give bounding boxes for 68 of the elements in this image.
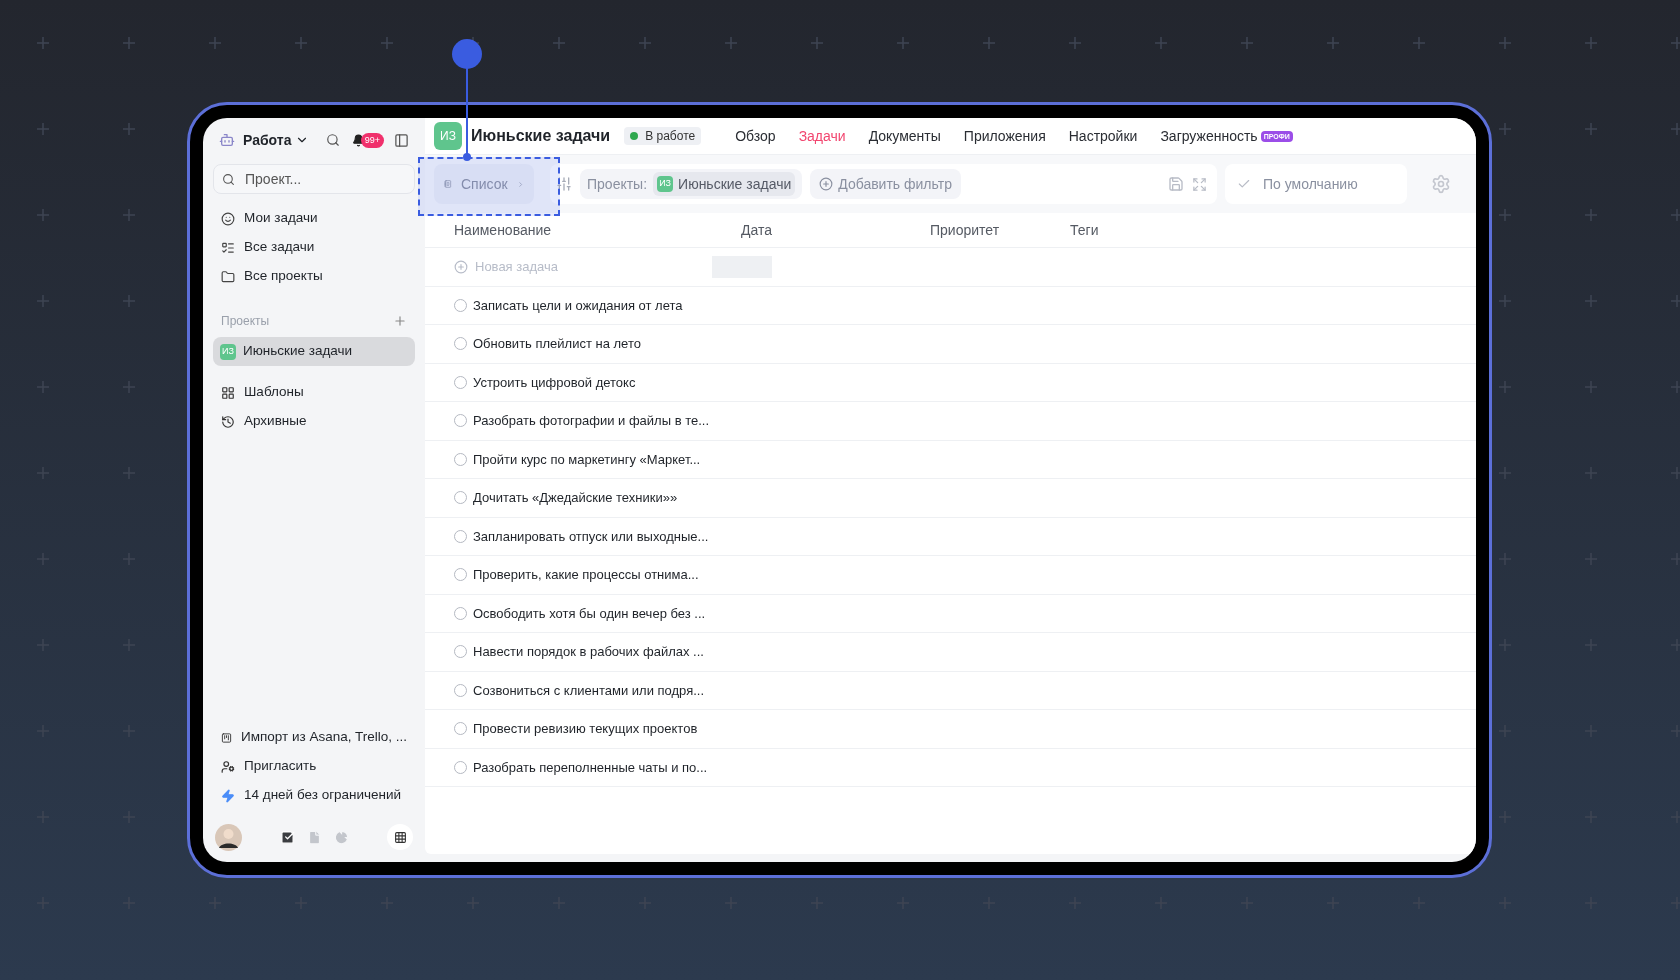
nav-icon xyxy=(221,240,235,255)
workspace-switcher[interactable]: Работа xyxy=(243,129,310,151)
search-icon xyxy=(222,173,235,186)
filter-chip[interactable]: ИЗ Июньские задачи xyxy=(653,172,796,196)
add-project-icon[interactable] xyxy=(393,314,407,328)
link-icon xyxy=(221,788,235,803)
task-name[interactable]: Запланировать отпуск или выходные... xyxy=(473,526,709,546)
nav-tab[interactable]: Загруженность xyxy=(1160,125,1258,147)
status-badge[interactable]: В работе xyxy=(624,127,702,145)
nav-item[interactable]: Все задачи xyxy=(213,233,415,262)
link-icon xyxy=(221,730,232,745)
nav-icon xyxy=(221,414,235,429)
search-icon[interactable] xyxy=(325,133,340,147)
column-header[interactable]: Дата xyxy=(741,219,930,241)
search-field[interactable]: Проект... xyxy=(213,164,415,194)
sidebar-toggle-icon[interactable] xyxy=(394,132,409,148)
nav-tab[interactable]: Обзор xyxy=(735,125,776,147)
settings-icon[interactable] xyxy=(1431,174,1451,194)
footer-link[interactable]: Пригласить xyxy=(213,752,415,781)
task-name[interactable]: Созвониться с клиентами или подря... xyxy=(473,680,705,700)
nav-icon xyxy=(221,385,235,400)
project-avatar: ИЗ xyxy=(434,122,462,150)
nav-item[interactable]: Все проекты xyxy=(213,262,415,291)
task-name[interactable]: Навести порядок в рабочих файлах ... xyxy=(473,642,704,662)
column-header[interactable]: Приоритет xyxy=(930,219,1070,241)
column-header[interactable]: Теги xyxy=(1070,219,1476,241)
task-name[interactable]: Разобрать переполненные чаты и по... xyxy=(473,757,708,777)
filter-label: Проекты: xyxy=(587,174,648,194)
nav-tab[interactable]: Приложения xyxy=(963,125,1046,147)
footer-link[interactable]: 14 дней без ограничений xyxy=(213,781,415,810)
project-title: Июньские задачи xyxy=(471,126,611,146)
add-task-icon[interactable] xyxy=(454,259,468,274)
link-icon xyxy=(221,759,235,774)
task-name[interactable]: Освободить хотя бы один вечер без ... xyxy=(473,603,706,623)
task-name[interactable]: Провести ревизию текущих проектов xyxy=(473,719,698,739)
task-name[interactable]: Проверить, какие процессы отнима... xyxy=(473,565,699,585)
task-name[interactable]: Разобрать фотографии и файлы в те... xyxy=(473,411,710,431)
check-icon xyxy=(1237,177,1251,191)
column-header[interactable]: Наименование xyxy=(454,219,741,241)
nav-icon xyxy=(221,211,235,226)
task-name[interactable]: Записать цели и ожидания от лета xyxy=(473,295,683,315)
apps-button[interactable] xyxy=(387,824,413,850)
notification-badge: 99+ xyxy=(360,132,384,148)
project-avatar: ИЗ xyxy=(657,176,674,192)
project-item[interactable]: ИЗ Июньские задачи xyxy=(213,337,415,366)
section-heading: Проекты xyxy=(221,313,270,330)
nav-item[interactable]: Архивные xyxy=(213,407,415,436)
nav-item[interactable]: Шаблоны xyxy=(213,378,415,407)
expand-icon[interactable] xyxy=(1192,176,1207,192)
task-name[interactable]: Пройти курс по маркетингу «Маркет... xyxy=(473,449,701,469)
task-name[interactable]: Дочитать «Джедайские техники»» xyxy=(473,488,678,508)
grid-icon xyxy=(393,830,407,844)
list-icon xyxy=(444,177,452,191)
avatar[interactable] xyxy=(215,823,242,851)
nav-tab[interactable]: Настройки xyxy=(1068,125,1138,147)
project-avatar: ИЗ xyxy=(220,343,236,360)
nav-tab[interactable]: Документы xyxy=(868,125,941,147)
plus-circle-icon xyxy=(819,177,834,191)
filter-settings-icon[interactable] xyxy=(556,176,572,192)
workspace-logo-icon xyxy=(219,132,235,148)
nav-tab[interactable]: Задачи xyxy=(798,125,846,147)
task-name[interactable]: Обновить плейлист на лето xyxy=(473,334,641,354)
task-name[interactable]: Устроить цифровой детокс xyxy=(473,372,636,392)
nav-icon xyxy=(221,269,235,284)
footer-link[interactable]: Импорт из Asana, Trello, ... xyxy=(213,723,415,752)
save-icon[interactable] xyxy=(1168,176,1184,192)
nav-item[interactable]: Мои задачи xyxy=(213,204,415,233)
new-task-field[interactable]: Новая задача xyxy=(475,257,655,277)
